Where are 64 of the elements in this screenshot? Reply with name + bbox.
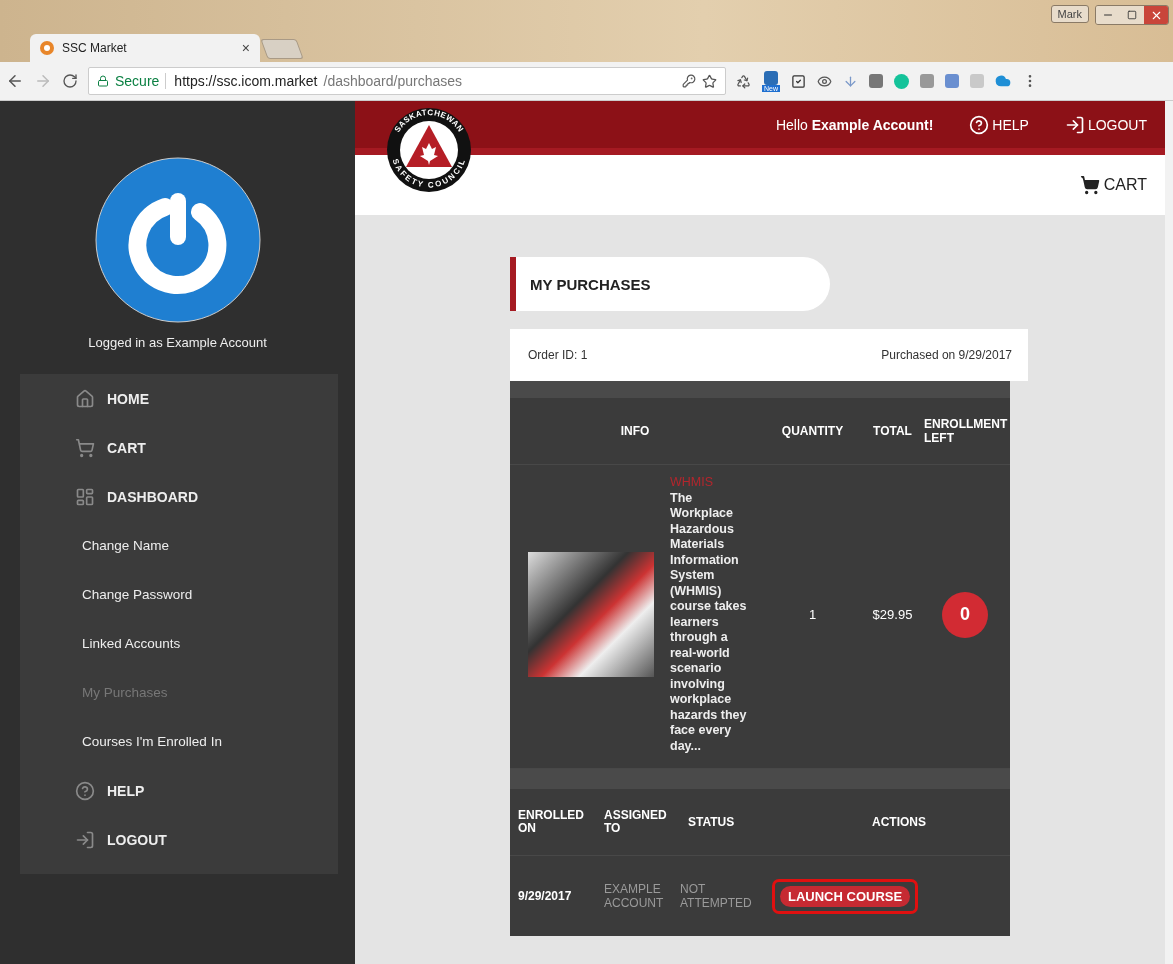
assigned-to: EXAMPLE ACCOUNT bbox=[604, 882, 665, 910]
browser-tab[interactable]: SSC Market × bbox=[30, 34, 260, 62]
column-header: STATUS bbox=[687, 815, 736, 829]
column-header: ENROLLMENT LEFT bbox=[923, 417, 1009, 445]
enrollments-count: 0 bbox=[942, 591, 988, 638]
page-title: MY PURCHASES bbox=[510, 257, 830, 311]
logout-icon bbox=[1064, 114, 1085, 135]
lock-icon bbox=[97, 75, 109, 87]
enrolled-date: 9/29/2017 bbox=[518, 889, 573, 903]
cart-icon bbox=[1079, 175, 1100, 195]
back-icon[interactable] bbox=[6, 72, 24, 90]
cloud-icon[interactable] bbox=[995, 73, 1011, 89]
close-button[interactable] bbox=[1144, 6, 1168, 24]
cart-icon bbox=[75, 437, 95, 458]
total-cell-text: $29.95 bbox=[871, 607, 914, 622]
tab-close-button[interactable]: × bbox=[241, 40, 250, 56]
checkbox-icon[interactable] bbox=[791, 73, 806, 89]
maximize-button[interactable] bbox=[1120, 6, 1144, 24]
nav-item[interactable]: HOME bbox=[20, 374, 338, 423]
nav-item[interactable]: HELP bbox=[20, 766, 338, 815]
logout-icon bbox=[75, 829, 95, 850]
help-icon bbox=[75, 780, 95, 801]
order-id: Order ID: 1 bbox=[528, 348, 588, 362]
extension-icon[interactable] bbox=[869, 74, 883, 88]
help-icon bbox=[969, 114, 990, 135]
cart-link[interactable]: CART bbox=[1079, 175, 1147, 195]
site-icon bbox=[40, 41, 54, 55]
nav-item[interactable]: CART bbox=[20, 423, 338, 472]
home-icon bbox=[75, 388, 95, 409]
launch-course-button[interactable]: LAUNCH COURSE bbox=[780, 885, 911, 907]
nav-item[interactable]: Courses I'm Enrolled In bbox=[20, 717, 338, 766]
column-header: ASSIGNED TO bbox=[604, 809, 668, 835]
column-header: ACTIONS bbox=[871, 815, 927, 829]
maximize-icon bbox=[1127, 10, 1137, 20]
column-header: INFO bbox=[619, 424, 651, 438]
help-link[interactable]: HELP bbox=[969, 114, 1029, 135]
dashboard-icon bbox=[75, 486, 95, 507]
nav-item[interactable]: DASHBOARD bbox=[20, 472, 338, 521]
column-header: TOTAL bbox=[872, 424, 913, 438]
nav-item[interactable]: Linked Accounts bbox=[20, 619, 338, 668]
column-header: ENROLLED ON bbox=[518, 809, 585, 835]
user-button[interactable]: Mark bbox=[1050, 5, 1089, 23]
column-header: QUANTITY bbox=[780, 424, 845, 438]
status-text: NOT ATTEMPTED bbox=[680, 882, 753, 910]
nav-item[interactable]: Change Name bbox=[20, 521, 338, 570]
star-icon[interactable] bbox=[702, 73, 717, 89]
minimize-button[interactable] bbox=[1096, 6, 1120, 24]
nav-item[interactable]: LOGOUT bbox=[20, 815, 338, 864]
download-icon[interactable] bbox=[843, 73, 858, 89]
nav-item[interactable]: Change Password bbox=[20, 570, 338, 619]
new-tab-button[interactable] bbox=[260, 39, 304, 59]
course-description: The Workplace Hazardous Materials Information System (WHMIS) course takes learners through a real-world scenario involving workplace hazards they face every day... bbox=[670, 490, 748, 754]
eye-icon[interactable] bbox=[817, 73, 832, 89]
key-icon[interactable] bbox=[682, 74, 696, 88]
purchase-date: Purchased on 9/29/2017 bbox=[881, 348, 1012, 362]
reload-icon[interactable] bbox=[62, 73, 78, 89]
address-field[interactable]: Secure https://ssc.icom.market /dashboard/purchases bbox=[88, 67, 726, 95]
greeting-text: Hello Example Account! bbox=[775, 116, 934, 133]
extension-icon[interactable] bbox=[894, 73, 909, 89]
course-category: WHMIS bbox=[670, 475, 715, 491]
logged-in-text: Logged in as Example Account bbox=[88, 335, 267, 350]
recycle-icon[interactable] bbox=[736, 73, 751, 89]
logout-link[interactable]: LOGOUT bbox=[1064, 114, 1147, 135]
quantity-cell-text: 1 bbox=[807, 607, 818, 622]
